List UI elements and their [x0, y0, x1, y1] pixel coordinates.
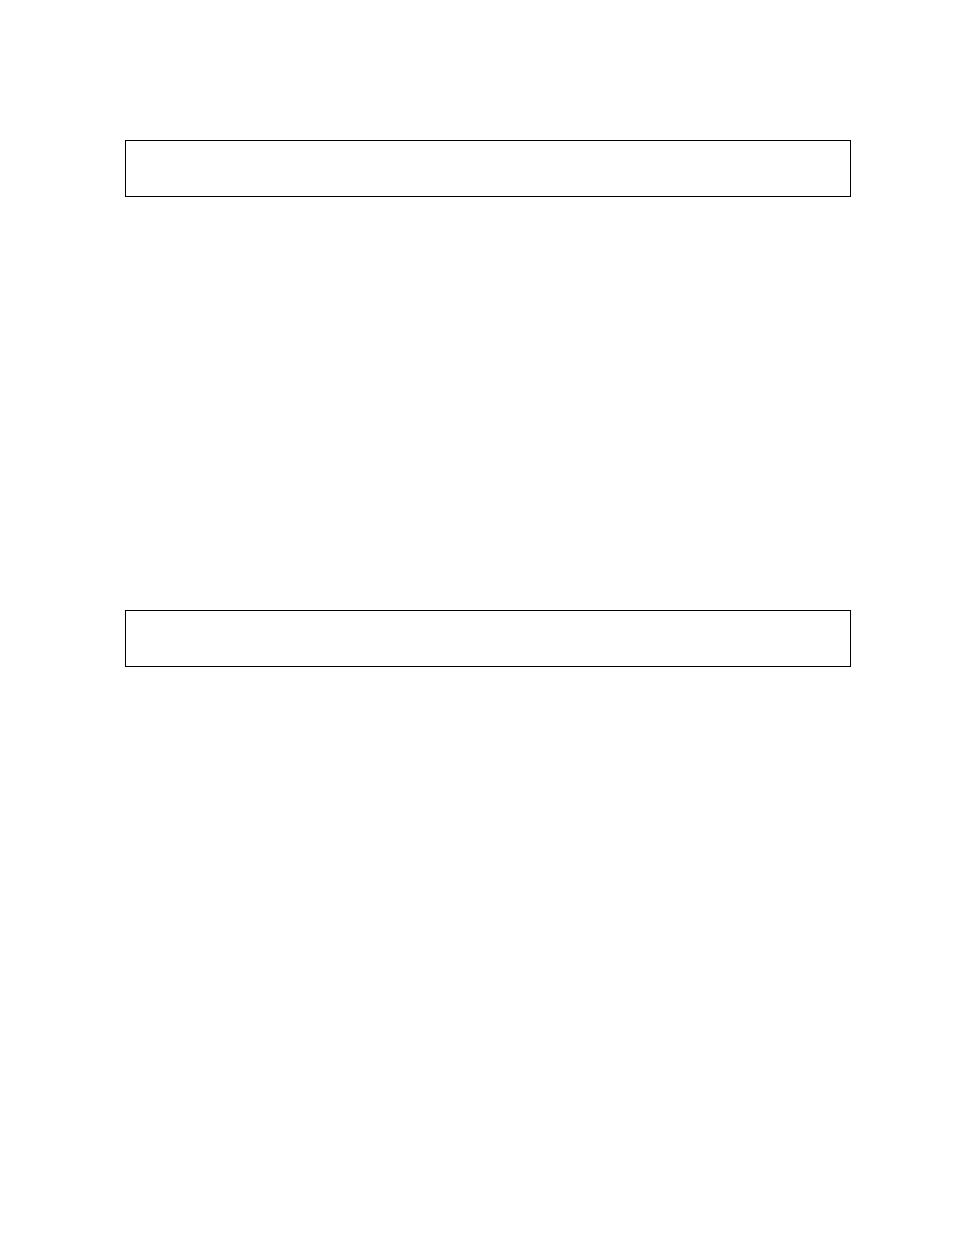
outlined-box-1: [125, 140, 851, 197]
outlined-box-2: [125, 610, 851, 667]
